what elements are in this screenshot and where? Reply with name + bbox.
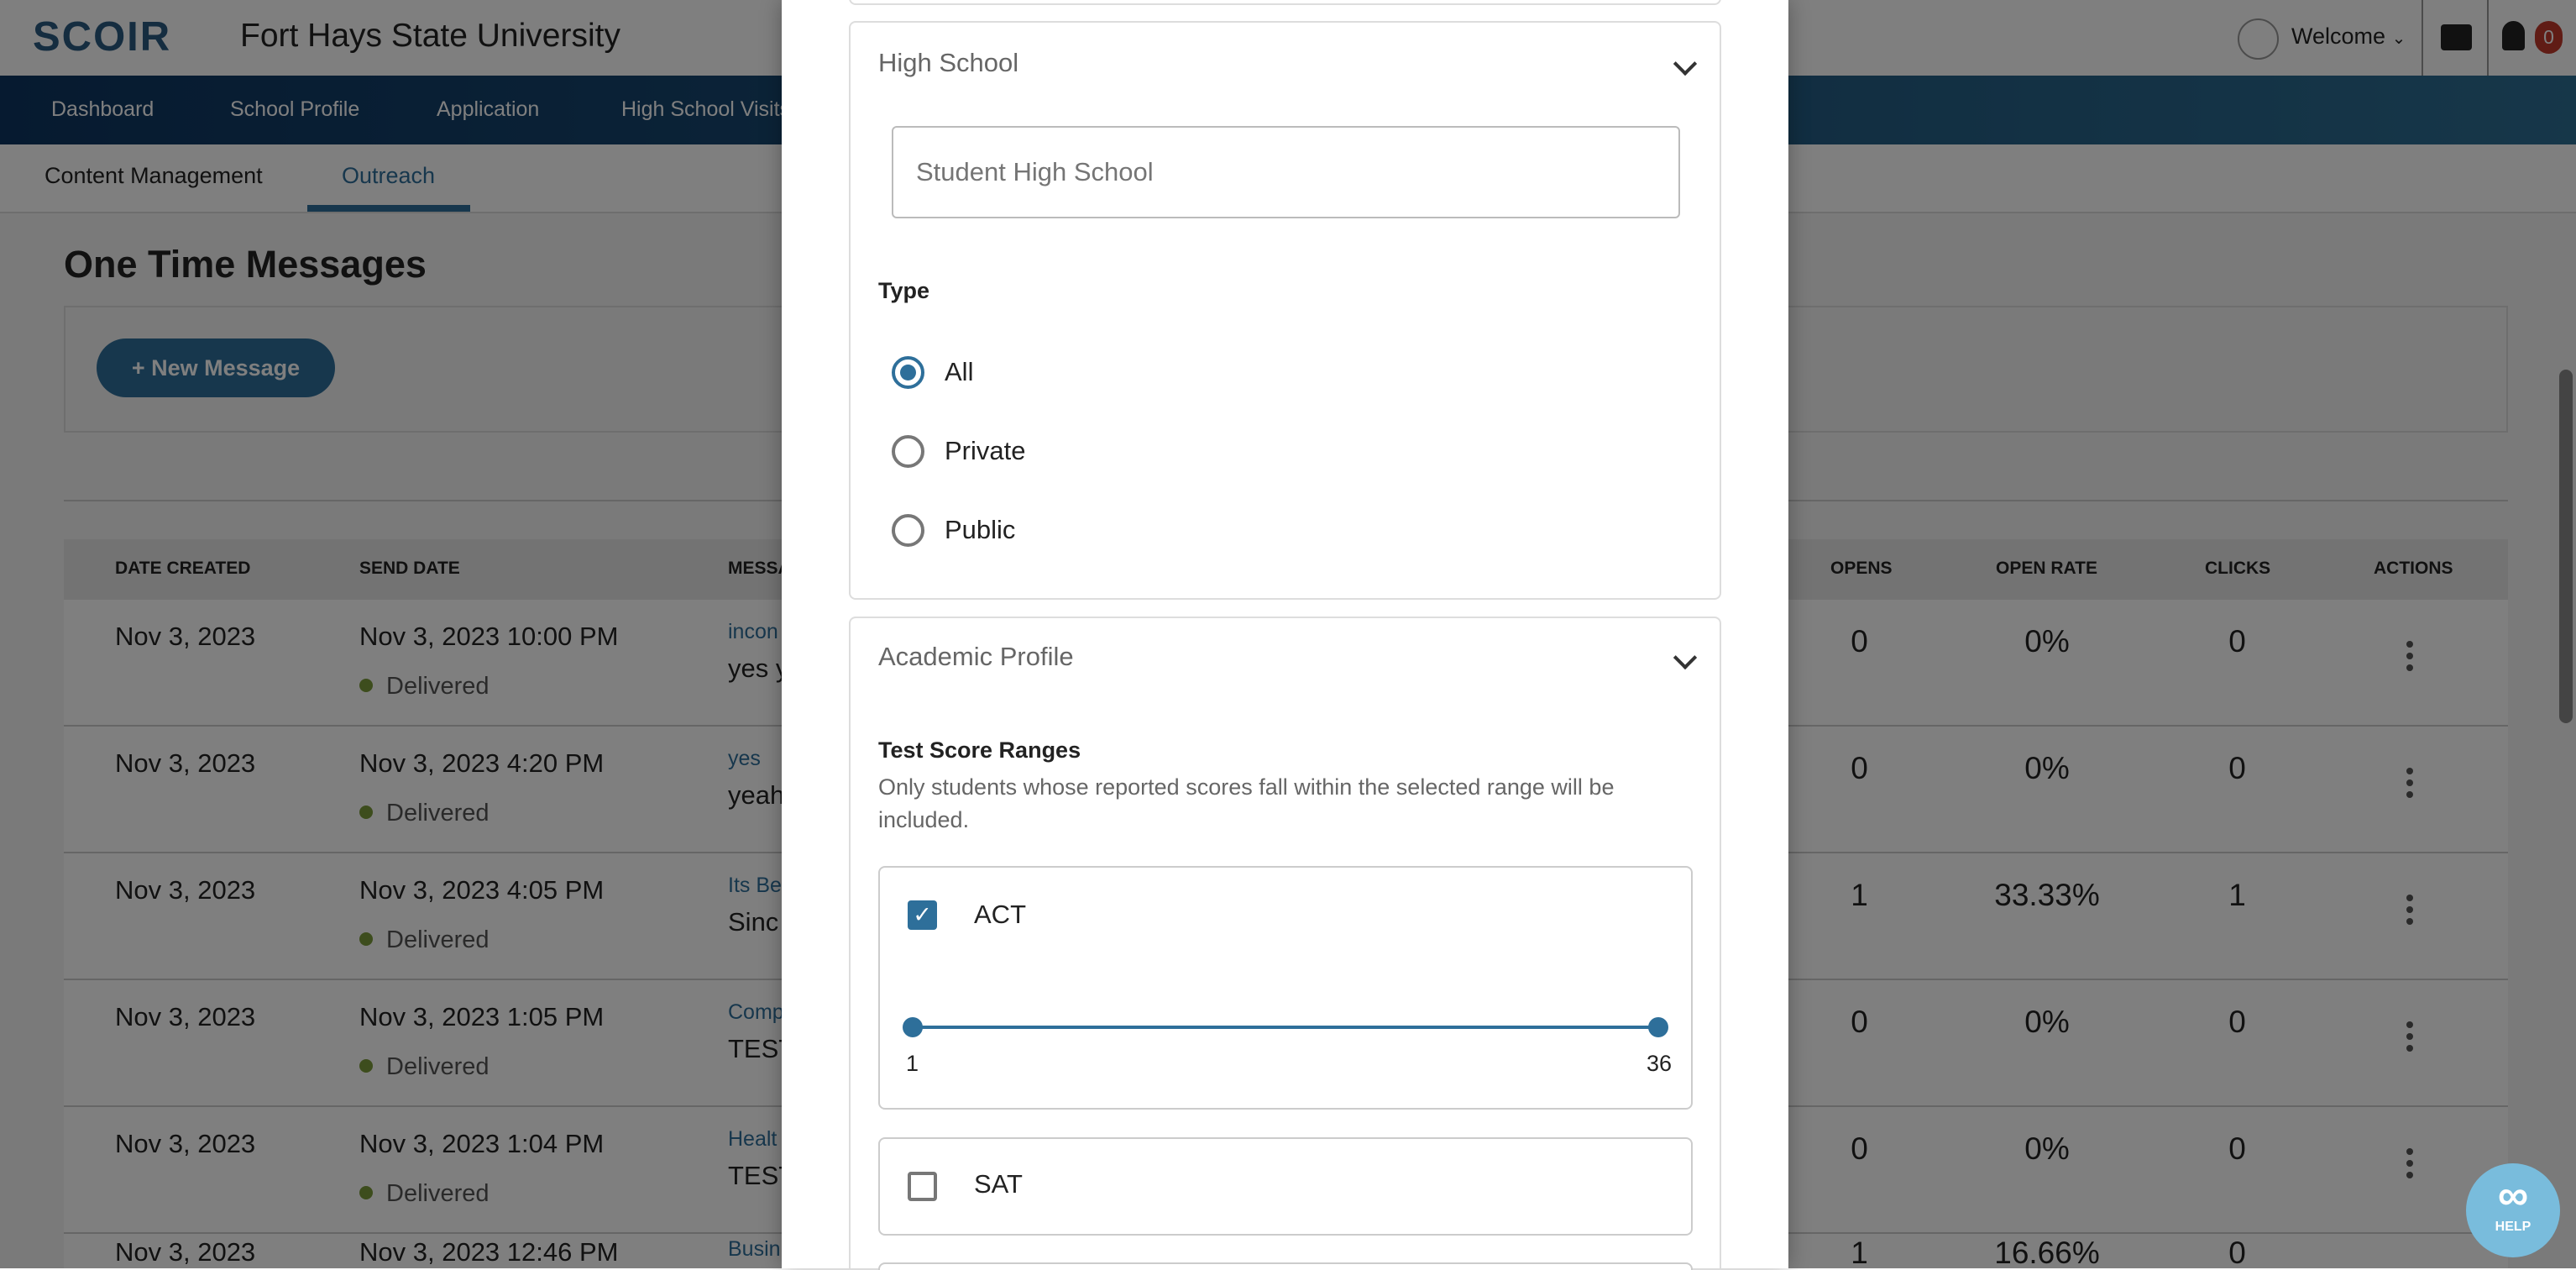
radio-all[interactable] (892, 356, 924, 389)
score-ranges-title: Test Score Ranges (878, 737, 1081, 763)
radio-private[interactable] (892, 435, 924, 468)
infinity-icon: ∞ (2497, 1171, 2529, 1219)
chevron-down-icon[interactable] (1673, 645, 1698, 670)
filter-modal: High School Type All Private Public Acad… (782, 0, 1788, 1270)
sat-label: SAT (974, 1169, 1023, 1199)
app-window: SCOIR Fort Hays State University Welcome… (0, 0, 2576, 1270)
score-ranges-description: Only students whose reported scores fall… (878, 774, 1615, 832)
radio-all-label[interactable]: All (945, 357, 973, 386)
act-range-box: ✓ ACT 1 36 (878, 866, 1693, 1110)
previous-section-card (849, 0, 1721, 5)
next-score-box (878, 1262, 1693, 1270)
act-slider-max-handle[interactable] (1648, 1017, 1668, 1037)
academic-profile-section: Academic Profile Test Score Ranges Only … (849, 617, 1721, 1270)
sat-checkbox[interactable] (908, 1172, 937, 1201)
act-checkbox[interactable]: ✓ (908, 900, 937, 930)
act-label: ACT (974, 900, 1026, 929)
section-title[interactable]: High School (878, 48, 1018, 77)
chevron-down-icon[interactable] (1673, 51, 1698, 76)
radio-public[interactable] (892, 514, 924, 547)
sat-range-box: SAT (878, 1137, 1693, 1236)
radio-private-label[interactable]: Private (945, 436, 1025, 465)
type-label: Type (878, 278, 930, 303)
act-slider-fill (913, 1026, 1658, 1029)
help-label: HELP (2495, 1220, 2531, 1234)
high-school-input[interactable] (892, 126, 1680, 218)
high-school-section: High School Type All Private Public (849, 21, 1721, 600)
act-max-value: 36 (1646, 1051, 1672, 1076)
act-min-value: 1 (906, 1051, 919, 1076)
section-title[interactable]: Academic Profile (878, 642, 1074, 671)
help-button[interactable]: ∞ HELP (2466, 1163, 2560, 1257)
radio-public-label[interactable]: Public (945, 515, 1015, 544)
act-slider-min-handle[interactable] (903, 1017, 923, 1037)
